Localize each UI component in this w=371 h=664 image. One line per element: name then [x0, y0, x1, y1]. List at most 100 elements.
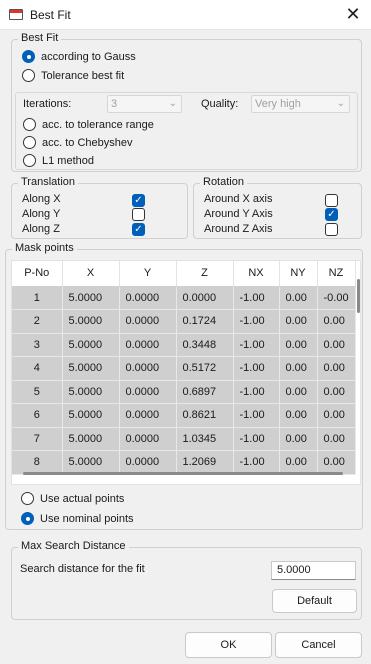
table-cell-nx[interactable]: -1.00 — [233, 356, 280, 381]
column-header-ny[interactable]: NY — [279, 261, 318, 287]
table-cell-p-no[interactable]: 1 — [12, 286, 63, 310]
table-cell-p-no[interactable]: 3 — [12, 333, 63, 357]
table-cell-nz[interactable]: 0.00 — [317, 450, 356, 475]
l1-option[interactable]: L1 method — [23, 154, 94, 167]
table-cell-x[interactable]: 5.0000 — [62, 286, 120, 310]
table-cell-p-no[interactable]: 2 — [12, 309, 63, 334]
table-row[interactable]: 7 5.0000 0.0000 1.0345 -1.00 0.00 0.00 — [12, 427, 356, 451]
table-cell-ny[interactable]: 0.00 — [279, 309, 318, 334]
along-x-checkbox[interactable]: ✓ — [132, 194, 145, 207]
table-cell-nz[interactable]: 0.00 — [317, 356, 356, 381]
cancel-button[interactable]: Cancel — [275, 632, 362, 658]
column-header-nz[interactable]: NZ — [317, 261, 356, 287]
table-cell-p-no[interactable]: 5 — [12, 380, 63, 404]
use-actual-radio[interactable] — [21, 492, 34, 505]
table-cell-nx[interactable]: -1.00 — [233, 286, 280, 310]
table-cell-ny[interactable]: 0.00 — [279, 403, 318, 428]
l1-radio[interactable] — [23, 154, 36, 167]
table-cell-nx[interactable]: -1.00 — [233, 309, 280, 334]
table-cell-z[interactable]: 0.1724 — [176, 309, 234, 334]
table-row[interactable]: 1 5.0000 0.0000 0.0000 -1.00 0.00 -0.00 — [12, 286, 356, 310]
tolerance-range-option[interactable]: acc. to tolerance range — [23, 118, 154, 131]
table-cell-nx[interactable]: -1.00 — [233, 403, 280, 428]
around-y-checkbox[interactable]: ✓ — [325, 208, 338, 221]
mask-points-grid[interactable]: P-No X Y Z NX NY NZ 1 5.0000 0.0000 0.0000-… — [11, 260, 361, 485]
around-x-checkbox[interactable] — [325, 194, 338, 207]
table-cell-p-no[interactable]: 6 — [12, 403, 63, 428]
vertical-scrollbar[interactable] — [357, 279, 360, 313]
table-cell-x[interactable]: 5.0000 — [62, 450, 120, 475]
table-cell-ny[interactable]: 0.00 — [279, 286, 318, 310]
table-cell-z[interactable]: 0.8621 — [176, 403, 234, 428]
use-actual-option[interactable]: Use actual points — [21, 492, 124, 505]
table-cell-ny[interactable]: 0.00 — [279, 356, 318, 381]
table-cell-y[interactable]: 0.0000 — [119, 450, 177, 475]
table-cell-p-no[interactable]: 8 — [12, 450, 63, 475]
column-header-nx[interactable]: NX — [233, 261, 280, 287]
table-cell-x[interactable]: 5.0000 — [62, 427, 120, 451]
tolerance-range-radio[interactable] — [23, 118, 36, 131]
table-cell-nz[interactable]: -0.00 — [317, 286, 356, 310]
table-cell-y[interactable]: 0.0000 — [119, 286, 177, 310]
table-cell-nz[interactable]: 0.00 — [317, 380, 356, 404]
table-cell-z[interactable]: 1.0345 — [176, 427, 234, 451]
table-cell-nz[interactable]: 0.00 — [317, 309, 356, 334]
table-cell-nx[interactable]: -1.00 — [233, 380, 280, 404]
table-row[interactable]: 2 5.0000 0.0000 0.1724 -1.00 0.00 0.00 — [12, 309, 356, 334]
close-button[interactable]: ✕ — [339, 1, 367, 29]
iterations-select[interactable]: 3 ⌄ — [107, 95, 182, 113]
along-z-checkbox[interactable]: ✓ — [132, 223, 145, 236]
table-cell-x[interactable]: 5.0000 — [62, 380, 120, 404]
tolerance-option[interactable]: Tolerance best fit — [22, 69, 124, 82]
table-cell-x[interactable]: 5.0000 — [62, 356, 120, 381]
table-cell-z[interactable]: 0.3448 — [176, 333, 234, 357]
table-cell-nx[interactable]: -1.00 — [233, 450, 280, 475]
along-y-checkbox[interactable] — [132, 208, 145, 221]
horizontal-scrollbar[interactable] — [23, 472, 343, 475]
table-cell-y[interactable]: 0.0000 — [119, 427, 177, 451]
table-row[interactable]: 4 5.0000 0.0000 0.5172 -1.00 0.00 0.00 — [12, 356, 356, 381]
chebyshev-radio[interactable] — [23, 136, 36, 149]
default-button[interactable]: Default — [272, 589, 357, 613]
table-cell-z[interactable]: 0.5172 — [176, 356, 234, 381]
table-cell-y[interactable]: 0.0000 — [119, 356, 177, 381]
use-nominal-option[interactable]: Use nominal points — [21, 512, 134, 525]
table-cell-p-no[interactable]: 4 — [12, 356, 63, 381]
table-cell-nx[interactable]: -1.00 — [233, 333, 280, 357]
gauss-radio[interactable] — [22, 50, 35, 63]
around-z-checkbox[interactable] — [325, 223, 338, 236]
table-cell-nz[interactable]: 0.00 — [317, 427, 356, 451]
table-cell-x[interactable]: 5.0000 — [62, 403, 120, 428]
table-cell-ny[interactable]: 0.00 — [279, 333, 318, 357]
table-row[interactable]: 5 5.0000 0.0000 0.6897 -1.00 0.00 0.00 — [12, 380, 356, 404]
table-row[interactable]: 8 5.0000 0.0000 1.2069 -1.00 0.00 0.00 — [12, 450, 356, 475]
column-header-z[interactable]: Z — [176, 261, 234, 287]
table-cell-ny[interactable]: 0.00 — [279, 427, 318, 451]
table-cell-z[interactable]: 0.6897 — [176, 380, 234, 404]
table-cell-nz[interactable]: 0.00 — [317, 333, 356, 357]
table-cell-y[interactable]: 0.0000 — [119, 333, 177, 357]
chebyshev-option[interactable]: acc. to Chebyshev — [23, 136, 133, 149]
table-cell-z[interactable]: 0.0000 — [176, 286, 234, 310]
search-distance-input[interactable]: 5.0000 — [271, 561, 356, 580]
column-header-x[interactable]: X — [62, 261, 120, 287]
table-cell-p-no[interactable]: 7 — [12, 427, 63, 451]
gauss-option[interactable]: according to Gauss — [22, 50, 136, 63]
tolerance-radio[interactable] — [22, 69, 35, 82]
table-row[interactable]: 6 5.0000 0.0000 0.8621 -1.00 0.00 0.00 — [12, 403, 356, 428]
table-cell-y[interactable]: 0.0000 — [119, 309, 177, 334]
table-cell-ny[interactable]: 0.00 — [279, 380, 318, 404]
table-cell-y[interactable]: 0.0000 — [119, 403, 177, 428]
use-nominal-radio[interactable] — [21, 512, 34, 525]
table-cell-nx[interactable]: -1.00 — [233, 427, 280, 451]
table-row[interactable]: 3 5.0000 0.0000 0.3448 -1.00 0.00 0.00 — [12, 333, 356, 357]
table-cell-x[interactable]: 5.0000 — [62, 333, 120, 357]
table-cell-z[interactable]: 1.2069 — [176, 450, 234, 475]
quality-select[interactable]: Very high ⌄ — [251, 95, 350, 113]
column-header-pno[interactable]: P-No — [12, 261, 63, 287]
table-cell-x[interactable]: 5.0000 — [62, 309, 120, 334]
table-cell-y[interactable]: 0.0000 — [119, 380, 177, 404]
table-cell-nz[interactable]: 0.00 — [317, 403, 356, 428]
table-cell-ny[interactable]: 0.00 — [279, 450, 318, 475]
ok-button[interactable]: OK — [185, 632, 272, 658]
